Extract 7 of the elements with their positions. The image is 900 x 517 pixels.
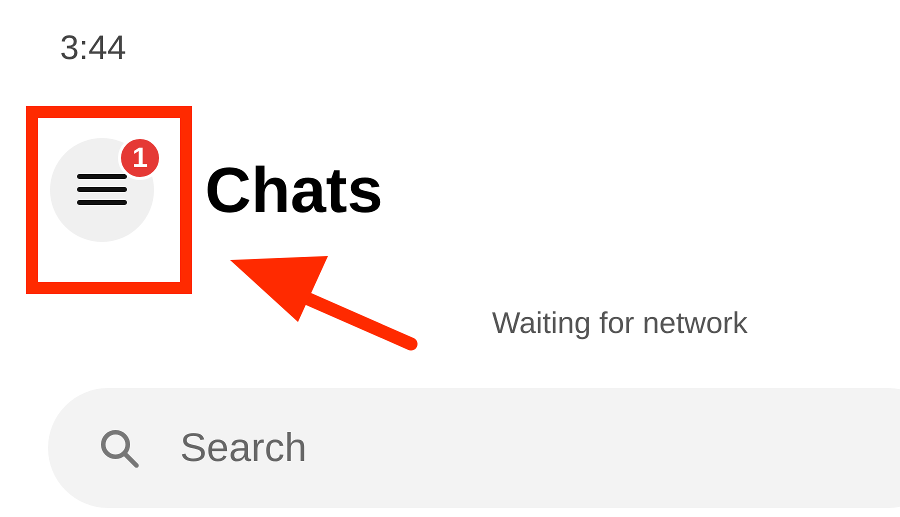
- menu-icon: [77, 174, 127, 206]
- connection-status: Waiting for network: [492, 307, 748, 340]
- search-icon: [98, 427, 140, 469]
- page-title: Chats: [205, 154, 383, 226]
- search-field[interactable]: Search: [48, 388, 900, 508]
- notification-badge: 1: [118, 136, 162, 180]
- status-time: 3:44: [60, 29, 126, 67]
